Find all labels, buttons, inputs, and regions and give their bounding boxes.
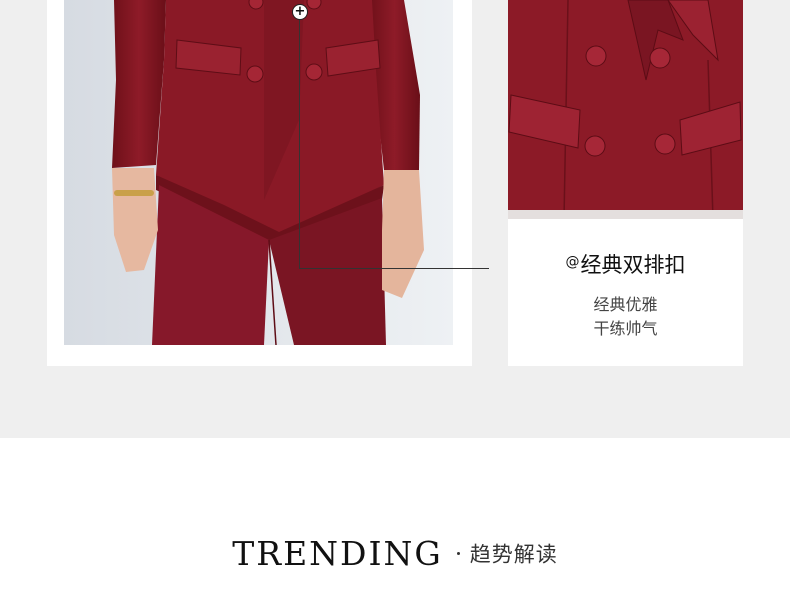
- heading-english: TRENDING: [232, 534, 443, 573]
- callout-leader-horizontal: [299, 268, 489, 269]
- separator-dot-icon: [456, 552, 460, 555]
- feature-description: 经典优雅 干练帅气: [508, 293, 743, 341]
- suit-illustration: [64, 0, 453, 345]
- main-product-photo: [64, 0, 453, 345]
- at-symbol: @: [565, 254, 580, 270]
- double-breasted-closeup: [508, 0, 743, 219]
- detail-photo: [508, 0, 743, 219]
- section-heading: TRENDING 趋势解读: [0, 534, 790, 573]
- plus-icon[interactable]: +: [292, 4, 308, 20]
- feature-desc-line-2: 干练帅气: [593, 319, 658, 338]
- heading-chinese: 趋势解读: [469, 542, 558, 567]
- callout-leader-vertical: [299, 20, 300, 268]
- feature-title: @经典双排扣: [508, 250, 743, 280]
- feature-desc-line-1: 经典优雅: [593, 295, 658, 314]
- feature-title-text: 经典双排扣: [580, 253, 686, 277]
